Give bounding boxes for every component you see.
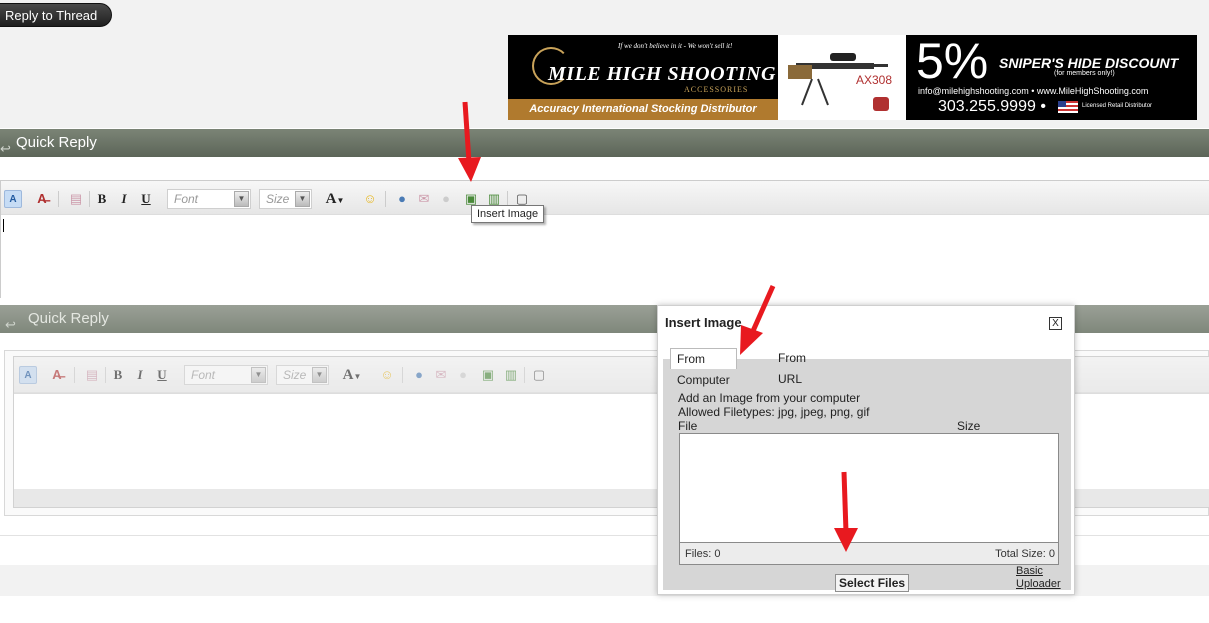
underline-button[interactable]: U xyxy=(153,366,171,384)
upload-intro: Add an Image from your computer xyxy=(678,391,861,405)
font-select[interactable]: Font ▼ xyxy=(184,365,268,385)
size-select[interactable]: Size ▼ xyxy=(259,189,312,209)
reply-to-thread-button[interactable]: Reply to Thread xyxy=(0,3,113,27)
ad-rifle-image: AX308 xyxy=(778,35,906,120)
file-list[interactable] xyxy=(679,433,1059,543)
files-count: Files: 0 xyxy=(685,548,721,560)
font-select[interactable]: Font ▼ xyxy=(167,189,251,209)
size-column-header: Size xyxy=(957,419,981,433)
total-size: Total Size: 0 xyxy=(995,548,1055,560)
smiley-icon[interactable]: ☺ xyxy=(378,366,396,384)
file-status-bar: Files: 0 Total Size: 0 xyxy=(679,543,1059,565)
unlink-icon[interactable]: ● xyxy=(454,366,472,384)
remove-format-button[interactable]: A̶ xyxy=(33,190,51,208)
quote-icon[interactable]: ▢ xyxy=(530,366,548,384)
smiley-icon[interactable]: ☺ xyxy=(361,190,379,208)
ad-brand: MILE HIGH SHOOTING xyxy=(548,63,776,85)
chevron-down-icon: ▼ xyxy=(251,367,266,383)
email-icon[interactable]: ✉ xyxy=(432,366,450,384)
link-icon[interactable]: ● xyxy=(410,366,428,384)
quick-reply-title-2: Quick Reply xyxy=(28,310,109,327)
red-arrow-icon xyxy=(458,101,481,182)
allowed-filetypes: Allowed Filetypes: jpg, jpeg, png, gif xyxy=(678,405,870,419)
close-icon[interactable]: X xyxy=(1049,317,1062,330)
underline-button[interactable]: U xyxy=(137,190,155,208)
insert-video-icon[interactable]: ▥ xyxy=(502,366,520,384)
editor-toolbar: A A̶ ▤ B I U Font ▼ Size ▼ A▼ ☺ ● ✉ ● ▣ … xyxy=(1,181,1209,215)
ad-brand-sub: ACCESSORIES xyxy=(684,85,749,94)
dialog-title: Insert Image xyxy=(665,315,742,330)
insert-image-dialog: Insert Image X Add an Image from your co… xyxy=(657,305,1075,595)
insert-image-tooltip: Insert Image xyxy=(471,205,545,223)
chevron-down-icon: ▼ xyxy=(312,367,327,383)
ad-gun-model: AX308 xyxy=(856,73,893,87)
tab-from-computer[interactable]: From Computer xyxy=(670,348,737,387)
red-arrow-icon xyxy=(834,471,858,552)
chevron-down-icon: ▼ xyxy=(295,191,310,207)
ad-distributor: Accuracy International Stocking Distribu… xyxy=(508,99,778,120)
ad-contact: info@milehighshooting.com • www.MileHigh… xyxy=(918,86,1149,96)
italic-button[interactable]: I xyxy=(131,366,149,384)
mile-high-shooting-ad: If we don't believe in it - We won't sel… xyxy=(508,35,778,120)
from-computer-panel: Add an Image from your computer Allowed … xyxy=(670,369,1065,592)
reply-arrow-icon: ↩ xyxy=(5,317,16,332)
quick-reply-header: ↩ Quick Reply xyxy=(0,129,1209,157)
switch-editor-mode-button[interactable]: A xyxy=(4,190,22,208)
ad-license: Licensed Retail Distributor xyxy=(1082,103,1153,109)
discount-ad: 5% SNIPER'S HIDE DISCOUNT (for members o… xyxy=(906,33,1197,120)
reply-to-thread-label: Reply to Thread xyxy=(5,8,98,23)
text-color-button[interactable]: A▼ xyxy=(336,366,368,384)
paste-icon[interactable]: ▤ xyxy=(83,366,101,384)
quick-reply-editor: A A̶ ▤ B I U Font ▼ Size ▼ A▼ ☺ ● ✉ ● ▣ … xyxy=(0,180,1209,298)
dialog-body: Add an Image from your computer Allowed … xyxy=(663,359,1071,592)
italic-button[interactable]: I xyxy=(115,190,133,208)
bold-button[interactable]: B xyxy=(109,366,127,384)
email-icon[interactable]: ✉ xyxy=(415,190,433,208)
basic-uploader-link[interactable]: Basic Uploader xyxy=(1016,565,1061,591)
link-icon[interactable]: ● xyxy=(393,190,411,208)
unlink-icon[interactable]: ● xyxy=(437,190,455,208)
ai-badge-icon xyxy=(873,97,889,111)
bold-button[interactable]: B xyxy=(93,190,111,208)
quick-reply-title: Quick Reply xyxy=(16,134,97,151)
ad-tagline: If we don't believe in it - We won't sel… xyxy=(618,42,733,50)
ad-banner[interactable]: If we don't believe in it - We won't sel… xyxy=(508,33,1197,120)
text-color-button[interactable]: A▼ xyxy=(319,190,351,208)
file-column-header: File xyxy=(678,419,698,433)
us-flag-icon xyxy=(1058,101,1078,113)
ad-phone: 303.255.9999 • xyxy=(938,98,1046,115)
ad-discount-title: SNIPER'S HIDE DISCOUNT xyxy=(999,55,1179,71)
remove-format-button[interactable]: A̶ xyxy=(48,366,66,384)
size-select[interactable]: Size ▼ xyxy=(276,365,329,385)
select-files-button[interactable]: Select Files xyxy=(835,574,910,592)
forum-page: Reply to Thread If we don't believe in i… xyxy=(0,0,1209,623)
chevron-down-icon: ▼ xyxy=(234,191,249,207)
text-cursor xyxy=(3,219,4,232)
reply-arrow-icon: ↩ xyxy=(0,141,11,156)
red-arrow-icon xyxy=(740,284,776,355)
insert-image-icon[interactable]: ▣ xyxy=(479,366,497,384)
ad-discount-note: (for members only!) xyxy=(1054,70,1115,77)
switch-editor-mode-button[interactable]: A xyxy=(19,366,37,384)
ad-percent: 5% xyxy=(916,33,989,89)
paste-icon[interactable]: ▤ xyxy=(67,190,85,208)
